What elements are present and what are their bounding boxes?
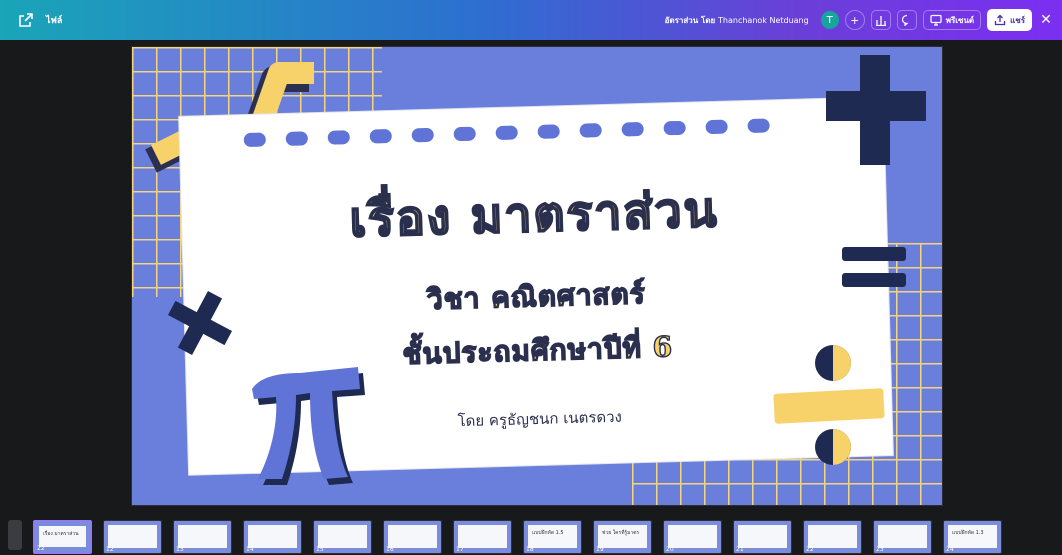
add-collaborator-button[interactable]: + [844,10,865,30]
thumbnail-number: 12 [106,546,114,553]
decor-dot [579,123,602,138]
slide-canvas[interactable]: เรื่อง มาตราส่วน วิชา คณิตศาสตร์ ชั้นประ… [131,46,943,506]
decor-dot [663,120,686,136]
slide-thumbnail[interactable]: 22 [803,520,862,554]
present-button[interactable]: พรีเซนต์ [922,10,982,30]
insights-button[interactable] [870,10,891,30]
division-sign-icon [773,345,885,465]
thumbnail-number: 22 [806,546,814,553]
thumbnail-number: 22 [37,545,45,552]
slide-title: เรื่อง มาตราส่วน [348,181,720,249]
thumbnail-label: ช่วย ใครที่รู้มาตร [602,530,640,536]
thumbnail-number: 24 [946,546,954,553]
document-author: Thanchanok Netduang [718,15,809,25]
slide-thumbnail[interactable]: 20 [663,520,722,554]
document-title-text: อัตราส่วน โดย [664,15,716,25]
decor-dot [327,130,350,145]
thumbnail-page [318,525,367,548]
slide-thumbnail[interactable]: 14 [243,520,302,554]
thumbnail-label: เรื่อง มาตราส่วน [43,531,79,537]
present-label: พรีเซนต์ [945,15,975,25]
slide-thumbnail[interactable]: 23 [873,520,932,554]
slide-thumbnail[interactable]: 15 [313,520,372,554]
comment-button[interactable] [896,10,917,30]
thumbnail-number: 21 [736,546,744,553]
thumbnail-page [458,525,507,548]
thumbnail-page [108,525,157,548]
slide-thumbnail[interactable]: แบบฝึกหัด 1.5 18 [523,520,582,554]
share-label: แชร์ [1010,15,1025,25]
thumbnail-number: 17 [456,546,464,553]
thumbnail-number: 14 [246,546,254,553]
thumbnail-page [668,525,717,548]
slide-thumbnail[interactable]: 16 [383,520,442,554]
open-external-icon[interactable] [18,12,34,28]
thumbnail-label: แบบฝึกหัด 1.3 [952,530,984,536]
decor-dot [285,131,308,146]
decor-dot [411,127,434,143]
slide-subject: วิชา คณิตศาสตร์ [426,276,647,317]
thumbnail-number: 19 [596,546,604,553]
file-menu[interactable]: ไฟล์ [46,13,62,27]
comment-icon [901,14,909,26]
thumbnail-page [388,525,437,548]
slide-thumbnail[interactable]: 17 [453,520,512,554]
top-bar: ไฟล์ อัตราส่วน โดย Thanchanok Netduang T… [0,0,1062,40]
thumbnail-number: 20 [666,546,674,553]
thumbnail-page [808,525,857,548]
thumbnail-page [738,525,787,548]
pi-symbol-icon [252,367,365,485]
small-plus-icon [167,290,233,356]
thumbnail-number: 13 [176,546,184,553]
slide-thumbnail[interactable]: 21 [733,520,792,554]
decor-dot [537,124,560,139]
filmstrip-scroll-handle[interactable] [8,520,22,550]
present-icon [930,14,942,26]
thumbnail-number: 18 [526,546,534,553]
thumbnail-label: แบบฝึกหัด 1.5 [532,530,564,536]
decor-dot [747,118,770,134]
share-button[interactable]: แชร์ [987,9,1032,31]
slide-filmstrip: เรื่อง มาตราส่วน 22 12 13 14 15 16 17 แบ… [0,516,1062,555]
thumbnail-number: 23 [876,546,884,553]
thumbnail-number: 16 [386,546,394,553]
upload-icon [994,14,1006,26]
decor-dot [453,126,476,142]
thumbnail-page [178,525,227,548]
slide-thumbnail[interactable]: แบบฝึกหัด 1.3 24 [943,520,1002,554]
slide-thumbnail[interactable]: ช่วย ใครที่รู้มาตร 19 [593,520,652,554]
plus-sign-icon [826,55,926,165]
decor-dot [495,125,518,141]
close-icon[interactable]: ✕ [1038,12,1054,28]
decor-dot [705,119,728,135]
thumbnail-page [248,525,297,548]
avatar[interactable]: T [820,11,839,29]
slide-thumbnail[interactable]: เรื่อง มาตราส่วน 22 [33,520,92,554]
thumbnail-number: 15 [316,546,324,553]
equals-sign-icon [842,247,906,287]
thumbnail-page [878,525,927,548]
slide-thumbnail[interactable]: 12 [103,520,162,554]
document-title[interactable]: อัตราส่วน โดย Thanchanok Netduang [665,14,809,27]
bar-chart-icon [875,16,886,26]
plus-icon: + [850,13,860,27]
slide-thumbnail[interactable]: 13 [173,520,232,554]
decor-dot [243,132,266,148]
decor-dot [369,128,392,144]
decor-dot [621,121,644,137]
